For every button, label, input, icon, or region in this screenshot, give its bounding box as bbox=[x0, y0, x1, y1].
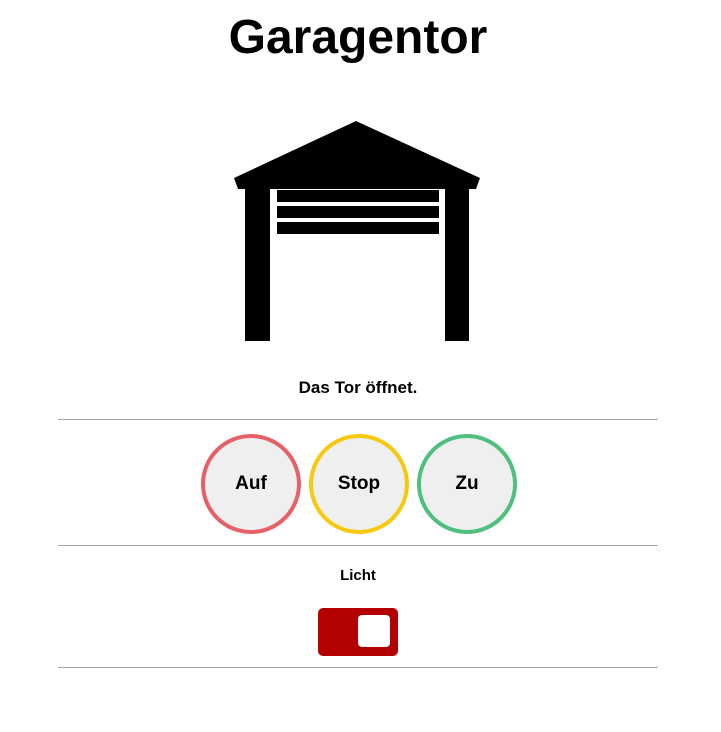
garage-door-panel bbox=[277, 222, 439, 234]
door-status-text: Das Tor öffnet. bbox=[298, 378, 418, 397]
garage-door-panel bbox=[277, 190, 439, 202]
stop-button[interactable]: Stop bbox=[309, 434, 409, 534]
garage-frame bbox=[245, 178, 469, 341]
page-title: Garagentor bbox=[228, 11, 488, 64]
open-button[interactable]: Auf bbox=[201, 434, 301, 534]
close-button[interactable]: Zu bbox=[417, 434, 517, 534]
divider bbox=[58, 545, 658, 546]
light-label: Licht bbox=[340, 567, 376, 584]
garage-icon bbox=[234, 121, 480, 341]
toggle-knob[interactable] bbox=[358, 615, 390, 647]
garage-door-panel bbox=[277, 206, 439, 218]
light-toggle[interactable] bbox=[318, 608, 398, 656]
divider bbox=[58, 667, 658, 668]
divider bbox=[58, 419, 658, 420]
